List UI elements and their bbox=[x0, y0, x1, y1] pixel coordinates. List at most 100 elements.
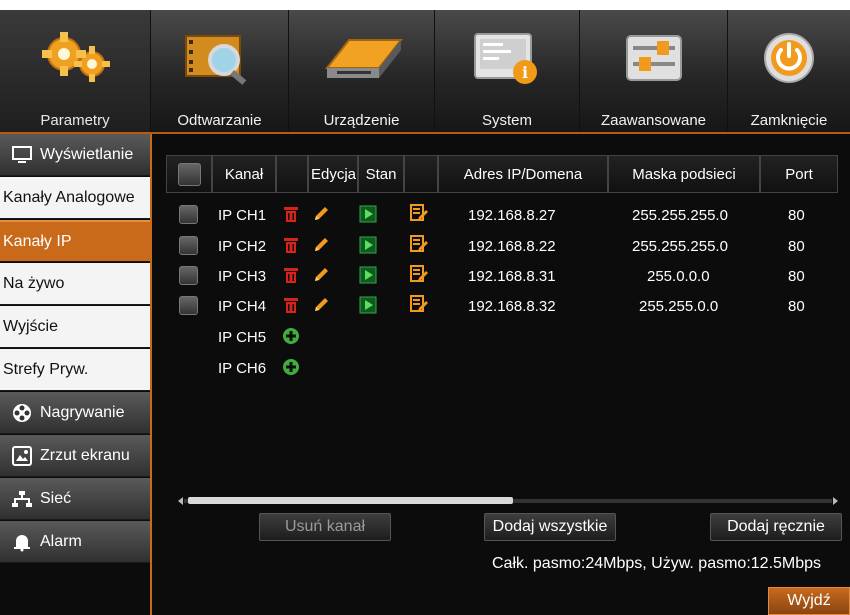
subnet-mask: 255.255.0.0 bbox=[639, 298, 719, 315]
scrollbar-thumb[interactable] bbox=[188, 497, 513, 504]
tab-label: Zamknięcie bbox=[750, 112, 828, 129]
tab-zaawansowane[interactable]: Zaawansowane bbox=[580, 10, 728, 133]
scroll-right-arrow-icon[interactable] bbox=[833, 497, 838, 505]
port: 80 bbox=[788, 298, 805, 315]
add-manual-button[interactable]: Dodaj ręcznie bbox=[710, 513, 842, 541]
sidebar-item-label: Sieć bbox=[40, 489, 72, 507]
edit-pencil-icon[interactable] bbox=[312, 205, 330, 223]
tab-label: System bbox=[481, 112, 532, 129]
subnet-mask: 255.255.255.0 bbox=[632, 207, 728, 224]
tab-zamkniecie[interactable]: Zamknięcie bbox=[728, 10, 850, 133]
row-checkbox[interactable] bbox=[179, 296, 198, 315]
channel-name: IP CH3 bbox=[218, 268, 267, 285]
power-icon bbox=[764, 33, 814, 83]
ip-address: 192.168.8.31 bbox=[468, 268, 556, 285]
row-checkbox[interactable] bbox=[179, 266, 198, 285]
sidebar-item-zrzut-ekranu[interactable]: Zrzut ekranu bbox=[0, 435, 150, 477]
channel-name: IP CH5 bbox=[218, 329, 267, 346]
horizontal-scrollbar[interactable] bbox=[178, 497, 838, 505]
sidebar-item-wyjscie[interactable]: Wyjście bbox=[0, 306, 150, 348]
select-all-checkbox[interactable] bbox=[178, 163, 201, 186]
delete-channel-button[interactable]: Usuń kanał bbox=[259, 513, 391, 541]
channel-name: IP CH1 bbox=[218, 207, 267, 224]
header-mask: Maska podsieci bbox=[608, 155, 760, 193]
tab-odtwarzanie[interactable]: Odtwarzanie bbox=[151, 10, 289, 133]
port: 80 bbox=[788, 238, 805, 255]
tab-system[interactable]: i System bbox=[435, 10, 580, 133]
row-checkbox[interactable] bbox=[179, 205, 198, 224]
sidebar-item-label: Zrzut ekranu bbox=[40, 446, 130, 464]
delete-icon[interactable] bbox=[282, 205, 300, 223]
ip-address: 192.168.8.27 bbox=[468, 207, 556, 224]
edit-pencil-icon[interactable] bbox=[312, 236, 330, 254]
tab-parametry[interactable]: Parametry bbox=[0, 10, 151, 133]
sidebar-item-label: Nagrywanie bbox=[40, 403, 125, 421]
status-connected-icon bbox=[359, 296, 377, 314]
add-channel-icon[interactable] bbox=[282, 327, 300, 345]
sidebar-divider bbox=[150, 134, 152, 615]
gears-icon bbox=[42, 32, 110, 82]
tab-urzadzenie[interactable]: Urządzenie bbox=[289, 10, 435, 133]
sidebar-item-kanaly-analogowe[interactable]: Kanały Analogowe bbox=[0, 177, 150, 219]
ip-address: 192.168.8.22 bbox=[468, 238, 556, 255]
edit-settings-icon[interactable] bbox=[410, 235, 428, 253]
sidebar-item-label: Na żywo bbox=[3, 274, 65, 292]
sliders-icon bbox=[625, 35, 682, 81]
network-icon bbox=[10, 490, 34, 508]
alarm-bell-icon bbox=[10, 532, 34, 552]
ip-channel-table: Kanał Edycja Stan Adres IP/Domena Maska … bbox=[166, 155, 838, 510]
sidebar: Wyświetlanie Kanały Analogowe Kanały IP … bbox=[0, 134, 152, 615]
header-ip: Adres IP/Domena bbox=[438, 155, 608, 193]
header-state: Stan bbox=[358, 155, 404, 193]
film-search-icon bbox=[184, 35, 246, 85]
tab-label: Urządzenie bbox=[323, 112, 400, 129]
subnet-mask: 255.255.255.0 bbox=[632, 238, 728, 255]
edit-settings-icon[interactable] bbox=[410, 265, 428, 283]
sidebar-item-alarm[interactable]: Alarm bbox=[0, 521, 150, 563]
sidebar-item-na-zywo[interactable]: Na żywo bbox=[0, 263, 150, 305]
tab-label: Zaawansowane bbox=[600, 112, 707, 129]
svg-text:i: i bbox=[522, 63, 528, 82]
hard-drive-icon bbox=[324, 39, 403, 78]
edit-pencil-icon[interactable] bbox=[312, 266, 330, 284]
sidebar-item-siec[interactable]: Sieć bbox=[0, 478, 150, 520]
top-tab-bar: Parametry Odtwarzanie Urządzenie i Syste… bbox=[0, 10, 850, 133]
status-connected-icon bbox=[359, 236, 377, 254]
subnet-mask: 255.0.0.0 bbox=[647, 268, 710, 285]
row-checkbox[interactable] bbox=[179, 236, 198, 255]
sidebar-item-wyswietlanie[interactable]: Wyświetlanie bbox=[0, 134, 150, 176]
delete-icon[interactable] bbox=[282, 266, 300, 284]
dvr-settings-window: Parametry Odtwarzanie Urządzenie i Syste… bbox=[0, 10, 850, 615]
film-reel-icon bbox=[10, 403, 34, 423]
tab-label: Odtwarzanie bbox=[177, 112, 262, 129]
delete-icon[interactable] bbox=[282, 236, 300, 254]
sidebar-item-nagrywanie[interactable]: Nagrywanie bbox=[0, 392, 150, 434]
header-blank bbox=[404, 155, 438, 193]
header-edit: Edycja bbox=[308, 155, 358, 193]
add-all-button[interactable]: Dodaj wszystkie bbox=[484, 513, 616, 541]
scroll-left-arrow-icon[interactable] bbox=[178, 497, 183, 505]
edit-settings-icon[interactable] bbox=[410, 204, 428, 222]
monitor-icon bbox=[10, 145, 34, 164]
bandwidth-status: Całk. pasmo:24Mbps, Używ. pasmo:12.5Mbps bbox=[492, 555, 822, 572]
sidebar-item-kanaly-ip[interactable]: Kanały IP bbox=[0, 220, 150, 262]
port: 80 bbox=[788, 207, 805, 224]
sidebar-item-label: Strefy Pryw. bbox=[3, 360, 89, 378]
sidebar-item-strefy-pryw[interactable]: Strefy Pryw. bbox=[0, 349, 150, 391]
system-info-icon: i bbox=[474, 33, 537, 84]
channel-name: IP CH2 bbox=[218, 238, 267, 255]
sidebar-item-label: Kanały IP bbox=[3, 232, 72, 250]
sidebar-item-label: Wyjście bbox=[3, 317, 58, 335]
edit-settings-icon[interactable] bbox=[410, 295, 428, 313]
exit-button[interactable]: Wyjdź bbox=[768, 587, 850, 615]
snapshot-icon bbox=[10, 445, 34, 466]
add-channel-icon[interactable] bbox=[282, 358, 300, 376]
sidebar-item-label: Wyświetlanie bbox=[40, 145, 134, 163]
header-blank bbox=[276, 155, 308, 193]
edit-pencil-icon[interactable] bbox=[312, 296, 330, 314]
status-connected-icon bbox=[359, 266, 377, 284]
delete-icon[interactable] bbox=[282, 296, 300, 314]
ip-address: 192.168.8.32 bbox=[468, 298, 556, 315]
tab-label: Parametry bbox=[40, 112, 110, 129]
status-connected-icon bbox=[359, 205, 377, 223]
